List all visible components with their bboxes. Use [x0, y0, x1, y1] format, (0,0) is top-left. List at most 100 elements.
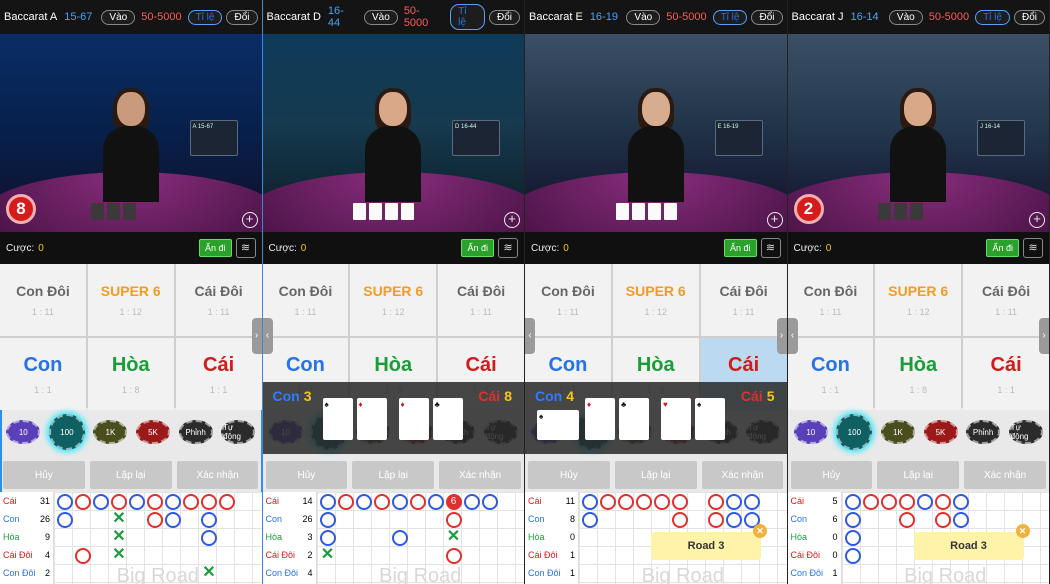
cancel-button[interactable]: Hủy: [528, 461, 610, 489]
confirm-button[interactable]: Xác nhận: [176, 461, 259, 489]
table-panel-a[interactable]: Baccarat A 15-67 Vào 50-5000 Tỉ lệ Đổi A…: [0, 0, 263, 584]
hide-button[interactable]: Ẩn đi: [723, 239, 757, 257]
table-monitor: E 16-19: [714, 120, 763, 156]
bet-player-pair[interactable]: Con Đôi 1 : 11: [787, 264, 874, 336]
expand-icon[interactable]: +: [241, 212, 258, 228]
chip-custom[interactable]: Phỉnh: [178, 420, 213, 444]
banker-result: Cái 8: [478, 388, 512, 404]
table-round: 16-44: [327, 5, 344, 29]
ratio-button[interactable]: Tỉ lệ: [450, 4, 485, 30]
cancel-button[interactable]: Hủy: [3, 461, 85, 489]
bet-label: Cược:: [793, 242, 822, 254]
cancel-button[interactable]: Hủy: [265, 461, 348, 489]
bet-super6[interactable]: SUPER 61 : 12: [350, 264, 437, 336]
hide-button[interactable]: Ẩn đi: [986, 239, 1019, 257]
enter-button[interactable]: Vào: [101, 9, 136, 25]
chip-10[interactable]: 10: [6, 420, 41, 444]
switch-button[interactable]: Đổi: [226, 9, 258, 25]
table-panel-e[interactable]: Baccarat E 16-19 Vào 50-5000 Tỉ lệ Đổi E…: [525, 0, 788, 584]
enter-button[interactable]: Vào: [626, 9, 661, 25]
wifi-icon[interactable]: ≋: [235, 238, 256, 258]
bet-banker-pair[interactable]: Cái Đôi 1 : 11: [175, 264, 262, 336]
table-panel-j[interactable]: Baccarat J 16-14 Vào 50-5000 Tỉ lệ Đổi J…: [787, 0, 1050, 584]
expand-icon[interactable]: +: [766, 212, 783, 228]
road-panel: Cái 11 Con 8 Hòa 0 Cái Đôi 1 Con Đôi 1 R…: [525, 492, 787, 584]
chip-auto[interactable]: Tự động: [1008, 420, 1043, 444]
confirm-button[interactable]: Xác nhận: [701, 461, 784, 489]
bet-player[interactable]: Con1 : 1: [787, 338, 874, 410]
wifi-icon[interactable]: ≋: [498, 238, 518, 258]
bet-value: 0: [38, 242, 44, 254]
road3-popup[interactable]: Road 3 ✕: [651, 524, 767, 560]
repeat-button[interactable]: Lặp lại: [89, 461, 172, 489]
wifi-icon[interactable]: ≋: [1023, 238, 1043, 258]
bet-banker[interactable]: Cái1 : 1: [175, 338, 262, 410]
close-icon[interactable]: ✕: [1015, 524, 1030, 538]
chip-10[interactable]: 10: [793, 420, 828, 444]
cancel-button[interactable]: Hủy: [790, 461, 873, 489]
expand-icon[interactable]: +: [1029, 212, 1045, 228]
enter-button[interactable]: Vào: [888, 9, 923, 25]
dealer-image: [627, 88, 684, 202]
bet-tie[interactable]: Hòa1 : 8: [875, 338, 962, 410]
chip-5k[interactable]: 5K: [923, 420, 958, 444]
ratio-button[interactable]: Tỉ lệ: [712, 9, 748, 25]
bet-super6[interactable]: SUPER 61 : 12: [875, 264, 962, 336]
road3-popup[interactable]: Road 3 ✕: [913, 524, 1030, 560]
chip-auto[interactable]: Tự động: [221, 420, 256, 444]
bet-super6[interactable]: SUPER 61 : 12: [87, 264, 174, 336]
close-icon[interactable]: ✕: [753, 524, 767, 538]
hide-button[interactable]: Ẩn đi: [461, 239, 494, 257]
score-badge: 2: [793, 194, 824, 224]
chevron-right-icon[interactable]: ›: [1039, 318, 1049, 354]
bet-player-pair[interactable]: Con Đôi 1 : 11: [262, 264, 349, 336]
repeat-button[interactable]: Lặp lại: [614, 461, 697, 489]
bet-player-pair[interactable]: Con Đôi 1 : 11: [0, 264, 86, 336]
bet-value: 0: [300, 242, 307, 254]
bet-banker-pair[interactable]: Cái Đôi 1 : 11: [700, 264, 787, 336]
bet-banker-pair[interactable]: Cái Đôi 1 : 11: [438, 264, 524, 336]
dealer-image: [365, 88, 422, 202]
chevron-right-icon[interactable]: ›: [776, 318, 787, 354]
switch-button[interactable]: Đổi: [488, 9, 520, 25]
repeat-button[interactable]: Lặp lại: [877, 461, 960, 489]
table-round: 16-14: [850, 11, 879, 23]
action-bar: Hủy Lặp lại Xác nhận: [788, 461, 1050, 489]
bet-banker-pair[interactable]: Cái Đôi 1 : 11: [963, 264, 1049, 336]
table-panel-d[interactable]: Baccarat D 16-44 Vào 50-5000 Tỉ lệ Đổi D…: [262, 0, 525, 584]
bet-player[interactable]: Con1 : 1: [0, 338, 86, 410]
banker-card-1: ♥: [661, 398, 691, 440]
bet-player-pair[interactable]: Con Đôi 1 : 11: [525, 264, 611, 336]
dealer-image: [102, 88, 159, 202]
chip-custom[interactable]: Phỉnh: [966, 420, 1001, 444]
bet-tie[interactable]: Hòa1 : 8: [87, 338, 174, 410]
stats-list: Cái 5 Con 6 Hòa 0 Cái Đôi 0 Con Đôi 1: [788, 492, 842, 584]
switch-button[interactable]: Đổi: [751, 9, 783, 25]
player-result: Con 3: [272, 388, 312, 404]
chip-5k[interactable]: 5K: [136, 420, 171, 444]
chip-100[interactable]: 100: [836, 414, 873, 450]
chip-1k[interactable]: 1K: [880, 420, 915, 444]
bet-banker[interactable]: Cái1 : 1: [963, 338, 1049, 410]
enter-button[interactable]: Vào: [364, 9, 398, 25]
chevron-left-icon[interactable]: ‹: [525, 318, 535, 354]
chevron-left-icon[interactable]: ‹: [262, 318, 273, 354]
chip-1k[interactable]: 1K: [93, 420, 128, 444]
live-video: J 16-14 2 +: [787, 34, 1049, 232]
ratio-button[interactable]: Tỉ lệ: [187, 9, 223, 25]
hide-button[interactable]: Ẩn đi: [198, 239, 232, 257]
wifi-icon[interactable]: ≋: [760, 238, 781, 258]
ratio-button[interactable]: Tỉ lệ: [975, 9, 1010, 25]
expand-icon[interactable]: +: [504, 212, 520, 228]
road-panel: Cái 5 Con 6 Hòa 0 Cái Đôi 0 Con Đôi 1 Ro…: [787, 492, 1049, 584]
chevron-right-icon[interactable]: ›: [251, 318, 262, 354]
switch-button[interactable]: Đổi: [1013, 9, 1045, 25]
repeat-button[interactable]: Lặp lại: [352, 461, 435, 489]
player-result: Con 4: [535, 388, 575, 404]
confirm-button[interactable]: Xác nhận: [439, 461, 521, 489]
bet-super6[interactable]: SUPER 61 : 12: [612, 264, 699, 336]
confirm-button[interactable]: Xác nhận: [964, 461, 1046, 489]
stats-list: Cái 31 Con 26 Hòa 9 Cái Đôi 4 Con Đôi 2: [0, 492, 54, 584]
chevron-left-icon[interactable]: ‹: [787, 318, 798, 354]
chip-100[interactable]: 100: [48, 414, 85, 450]
